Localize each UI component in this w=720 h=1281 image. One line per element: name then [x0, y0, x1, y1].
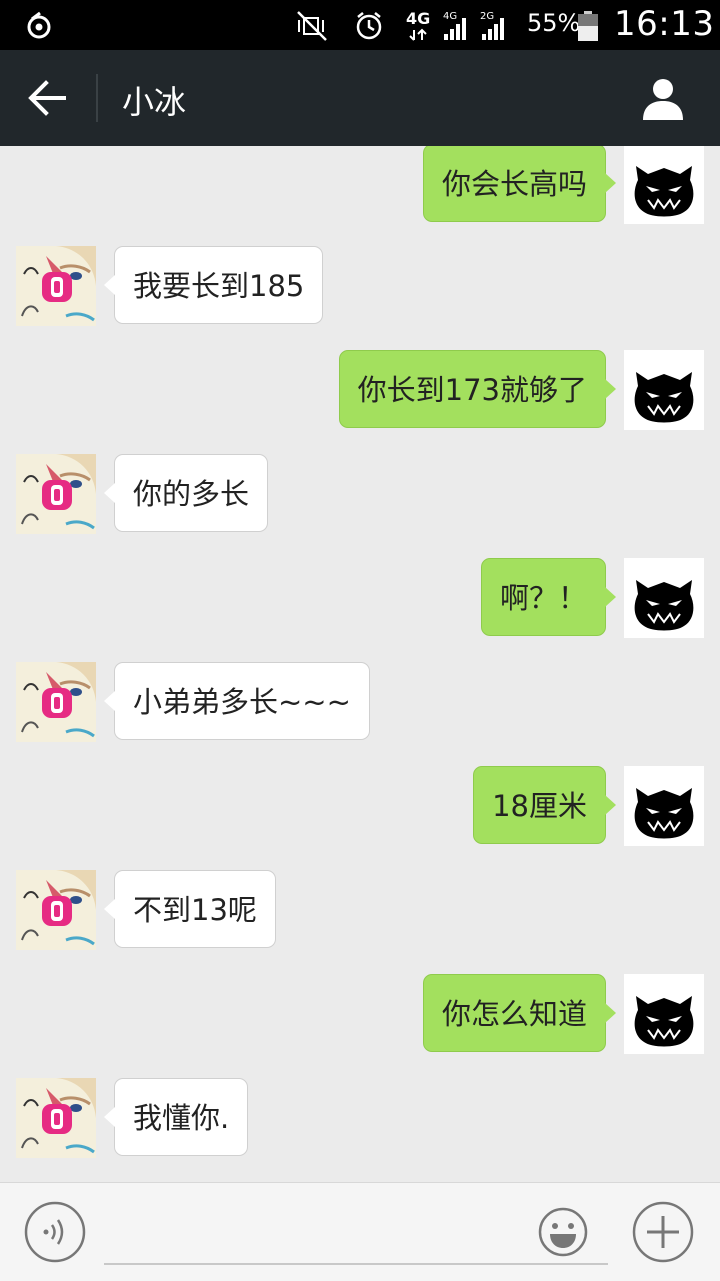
- message-row: 小弟弟多长~~~: [0, 662, 720, 742]
- outgoing-bubble[interactable]: 你会长高吗: [422, 146, 617, 222]
- black-monster-icon: [634, 166, 694, 217]
- alarm-icon: [356, 12, 382, 40]
- incoming-bubble[interactable]: 不到13呢: [104, 870, 276, 948]
- outgoing-bubble[interactable]: 你长到173就够了: [338, 350, 617, 428]
- message-row: 你会长高吗: [0, 146, 720, 224]
- message-row: 啊？！: [0, 558, 720, 638]
- arrow-left-icon[interactable]: [26, 78, 68, 118]
- incoming-bubble[interactable]: 你的多长: [103, 454, 269, 532]
- message-row: 你的多长: [0, 454, 720, 534]
- clock: 16:13: [614, 4, 715, 44]
- message-input[interactable]: [104, 1263, 608, 1265]
- outgoing-bubble[interactable]: 啊？！: [480, 558, 617, 636]
- message-list[interactable]: 你会长高吗 我要长到185 你长到173就够了 你的多长 啊？！ 小弟弟多长~~…: [0, 146, 720, 1182]
- xiaobing-face-icon: [16, 454, 96, 534]
- xiaobing-face-icon: [16, 1078, 96, 1158]
- my-avatar[interactable]: [624, 974, 704, 1054]
- my-avatar[interactable]: [624, 766, 704, 846]
- message-row: 我要长到185: [0, 246, 720, 326]
- svg-text:2G: 2G: [480, 11, 494, 22]
- xiaobing-avatar[interactable]: [16, 662, 96, 742]
- svg-text:4G: 4G: [443, 11, 457, 22]
- chat-header: 小冰: [0, 50, 720, 146]
- xiaobing-avatar[interactable]: [16, 1078, 96, 1158]
- message-row: 18厘米: [0, 766, 720, 846]
- emoji-icon[interactable]: [537, 1206, 589, 1258]
- my-avatar[interactable]: [624, 350, 704, 430]
- xiaobing-avatar[interactable]: [16, 870, 96, 950]
- status-icons: 4G 4G 2G: [297, 9, 504, 41]
- plus-icon[interactable]: [632, 1201, 694, 1263]
- message-row: 不到13呢: [0, 870, 720, 950]
- battery-icon: [578, 11, 598, 41]
- battery-percent: 55%: [527, 9, 581, 37]
- xiaobing-face-icon: [16, 662, 96, 742]
- message-row: 你怎么知道: [0, 974, 720, 1054]
- chat-title: 小冰: [122, 83, 187, 121]
- black-monster-icon: [634, 996, 694, 1047]
- black-monster-icon: [634, 788, 694, 839]
- outgoing-bubble[interactable]: 18厘米: [473, 766, 616, 844]
- message-row: 你长到173就够了: [0, 350, 720, 430]
- message-row: 我懂你.: [0, 1078, 720, 1158]
- vibrate-mute-icon: [297, 11, 327, 41]
- incoming-bubble[interactable]: 我懂你.: [103, 1078, 249, 1156]
- header-divider: [96, 74, 98, 122]
- xiaobing-face-icon: [16, 870, 96, 950]
- status-bar: 4G 4G 2G 55% 16:13: [0, 0, 720, 50]
- xiaobing-avatar[interactable]: [16, 454, 96, 534]
- input-bar: [0, 1182, 720, 1281]
- xiaobing-avatar[interactable]: [16, 246, 96, 326]
- my-avatar[interactable]: [624, 558, 704, 638]
- my-avatar[interactable]: [624, 146, 704, 224]
- black-monster-icon: [634, 372, 694, 423]
- black-monster-icon: [634, 580, 694, 631]
- app-notification-icon: [27, 11, 51, 39]
- outgoing-bubble[interactable]: 你怎么知道: [422, 974, 617, 1052]
- voice-icon[interactable]: [24, 1201, 86, 1263]
- network-type-label: 4G: [406, 9, 430, 28]
- incoming-bubble[interactable]: 小弟弟多长~~~: [104, 662, 370, 740]
- xiaobing-face-icon: [16, 246, 96, 326]
- incoming-bubble[interactable]: 我要长到185: [103, 246, 324, 324]
- person-icon[interactable]: [640, 76, 686, 122]
